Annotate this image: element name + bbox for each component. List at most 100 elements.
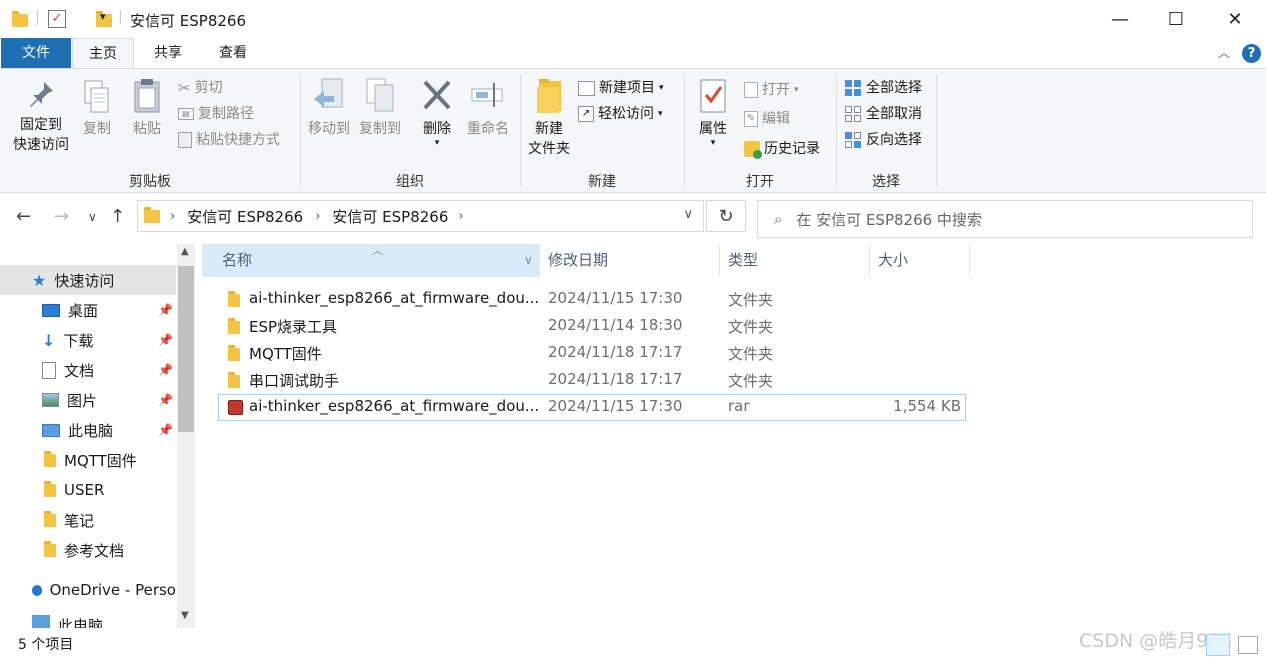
invert-selection-button[interactable]: 反向选择 [844,128,922,152]
pin-quick-access-button[interactable]: 固定到 快速访问 [8,79,74,155]
file-row[interactable]: MQTT固件 2024/11/18 17:17 文件夹 [218,340,966,367]
nav-item-reference-docs[interactable]: 参考文档 [0,535,176,565]
new-folder-label-1: 新建 [535,121,563,137]
new-item-button[interactable]: 新建项目 ▾ [578,76,664,100]
recent-locations-chevron-icon[interactable]: ∨ [88,210,97,224]
properties-button[interactable]: 属性 ▾ [692,77,734,148]
forward-arrow-icon[interactable]: → [54,206,69,227]
nav-item-pictures[interactable]: 图片 [0,385,176,415]
breadcrumb-item[interactable]: 安信可 ESP8266 [332,206,448,227]
nav-item-desktop[interactable]: 桌面 [0,295,176,325]
delete-x-icon [423,80,451,110]
nav-scrollbar[interactable]: ▲ ▼ [177,244,195,628]
folder-icon [12,11,28,27]
copy-to-button[interactable]: 复制到 [356,77,404,139]
properties-dropdown-icon[interactable]: ▾ [692,139,734,148]
paste-shortcut-icon [178,132,192,148]
file-row[interactable]: 串口调试助手 2024/11/18 17:17 文件夹 [218,367,966,394]
nav-item-onedrive[interactable]: OneDrive - Perso [0,575,176,605]
delete-button[interactable]: 删除 ▾ [416,77,458,148]
nav-item-this-pc-root[interactable]: 此电脑 [0,615,176,628]
select-all-button[interactable]: 全部选择 [844,76,922,100]
scroll-down-icon[interactable]: ▼ [181,610,189,621]
properties-quick-icon[interactable]: ✓ [48,10,66,28]
details-view-icon[interactable] [1206,634,1230,656]
folder-icon [228,318,240,334]
open-button[interactable]: 打开 ▾ [744,78,799,102]
folder-icon [228,291,240,307]
nav-item-label: OneDrive - Perso [49,581,176,599]
file-row[interactable]: ESP烧录工具 2024/11/14 18:30 文件夹 [218,313,966,340]
nav-item-label: USER [64,481,105,499]
up-arrow-icon[interactable]: ↑ [110,206,125,227]
file-row-selected[interactable]: ai-thinker_esp8266_at_firmware_dou... 20… [218,394,966,421]
cut-button[interactable]: ✂ 剪切 [178,76,223,100]
paste-button[interactable]: 粘贴 [126,77,168,139]
delete-dropdown-icon[interactable]: ▾ [416,139,458,148]
file-row[interactable]: ai-thinker_esp8266_at_firmware_dou... 20… [218,286,966,313]
column-dropdown-chevron-icon[interactable]: ∨ [524,244,533,277]
paste-shortcut-button[interactable]: 粘贴快捷方式 [178,128,280,152]
tab-view[interactable]: 查看 [202,38,264,68]
tab-home[interactable]: 主页 [72,38,134,68]
select-none-button[interactable]: 全部取消 [844,102,922,126]
file-type: 文件夹 [728,345,774,363]
nav-quick-access[interactable]: ★ 快速访问 [0,265,176,295]
nav-item-user[interactable]: USER [0,475,176,505]
move-to-button[interactable]: 移动到 [306,77,352,139]
address-row: ← → ∨ ↑ › 安信可 ESP8266 › 安信可 ESP8266 › ∨ … [0,194,1266,242]
address-dropdown-chevron-icon[interactable]: ∨ [683,207,693,222]
pin-icon[interactable]: 📌 [158,423,173,437]
edit-button[interactable]: ✎ 编辑 [744,107,790,131]
breadcrumb-separator-icon[interactable]: › [458,209,463,224]
file-name: ai-thinker_esp8266_at_firmware_dou... [249,397,540,415]
pin-icon[interactable]: 📌 [158,333,173,347]
breadcrumb-separator-icon[interactable]: › [315,209,320,224]
scrollbar-thumb[interactable] [178,266,194,432]
breadcrumb-item[interactable]: 安信可 ESP8266 [187,206,303,227]
search-box[interactable]: ⌕ 在 安信可 ESP8266 中搜索 [757,200,1253,238]
history-button[interactable]: 历史记录 [744,137,820,161]
nav-item-downloads[interactable]: ↓ 下载 [0,325,176,355]
column-header-date[interactable]: 修改日期 [540,244,720,277]
refresh-button[interactable]: ↻ [706,200,746,232]
pin-icon[interactable]: 📌 [158,363,173,377]
pin-icon[interactable]: 📌 [158,303,173,317]
rename-button[interactable]: 重命名 [464,77,512,139]
customize-qat-chevron-icon[interactable]: ▾ [100,10,106,23]
new-folder-button[interactable]: 新建 文件夹 [524,77,574,159]
copy-path-button[interactable]: ▤ 复制路径 [178,102,254,126]
easy-access-icon: ↗ [578,106,594,122]
divider: | [118,9,123,25]
nav-item-documents[interactable]: 文档 [0,355,176,385]
address-bar[interactable]: › 安信可 ESP8266 › 安信可 ESP8266 › ∨ [137,200,704,232]
tab-share[interactable]: 共享 [138,38,198,68]
back-arrow-icon[interactable]: ← [16,206,31,227]
help-icon[interactable]: ? [1242,44,1261,63]
file-name: 串口调试助手 [249,372,340,390]
close-button[interactable]: ✕ [1206,0,1264,38]
folder-icon [228,372,240,388]
nav-item-mqtt[interactable]: MQTT固件 [0,445,176,475]
column-header-name[interactable]: 名称 ︿ ∨ [202,244,540,277]
minimize-button[interactable]: — [1091,0,1149,38]
collapse-ribbon-icon[interactable]: ︿ [1218,44,1230,61]
rename-icon [471,83,503,107]
large-icons-view-icon[interactable] [1238,636,1258,654]
copy-button[interactable]: 复制 [76,79,118,139]
nav-item-this-pc[interactable]: 此电脑 [0,415,176,445]
column-header-type[interactable]: 类型 [720,244,870,277]
onedrive-cloud-icon [32,584,42,596]
move-to-label: 移动到 [308,121,350,137]
maximize-button[interactable]: ☐ [1147,0,1205,38]
tab-file[interactable]: 文件 [1,38,71,68]
nav-item-notes[interactable]: 笔记 [0,505,176,535]
invert-selection-icon [845,132,861,148]
breadcrumb-separator-icon[interactable]: › [170,209,175,224]
pin-icon[interactable]: 📌 [158,393,173,407]
easy-access-button[interactable]: ↗ 轻松访问 ▾ [578,102,663,126]
scroll-up-icon[interactable]: ▲ [181,246,189,257]
sort-ascending-icon: ︿ [372,244,383,257]
column-header-size[interactable]: 大小 [870,244,970,277]
download-arrow-icon: ↓ [42,330,56,350]
